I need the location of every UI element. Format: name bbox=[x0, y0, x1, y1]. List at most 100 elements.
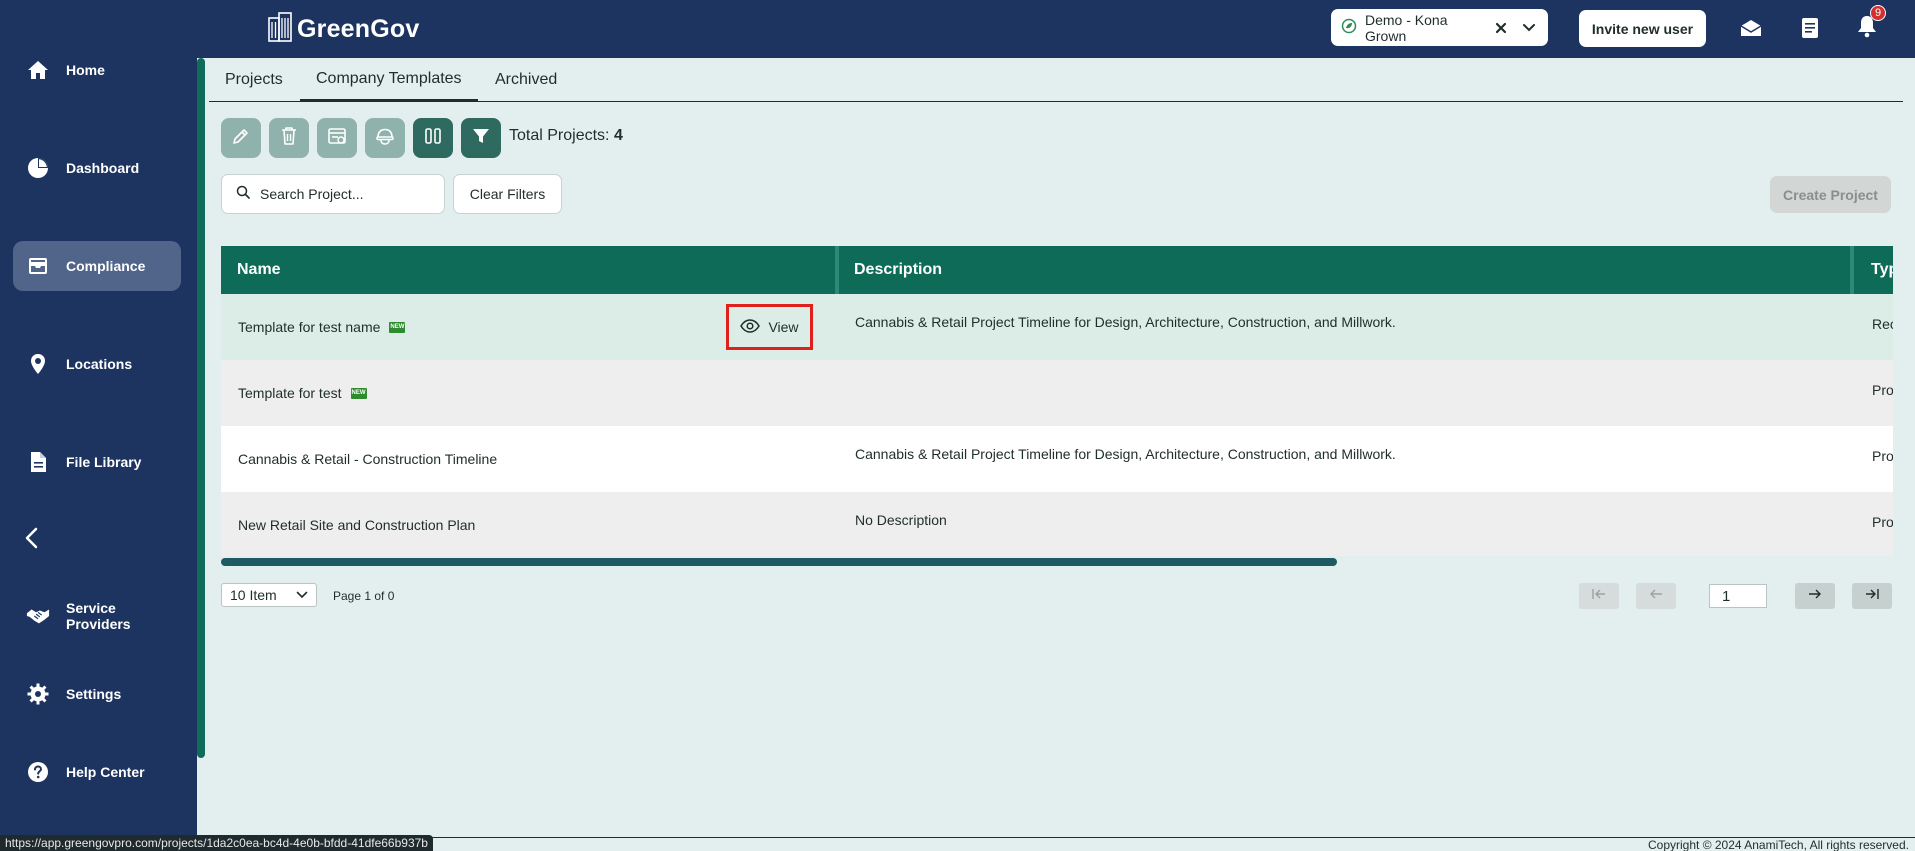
clear-filters-button[interactable]: Clear Filters bbox=[453, 174, 562, 214]
help-icon bbox=[26, 760, 50, 784]
table-row[interactable]: Template for test name NEW View Cannabis… bbox=[221, 294, 1893, 360]
sidebar-item-service-providers[interactable]: Service Providers bbox=[13, 591, 181, 641]
items-per-page-select[interactable]: 10 Item bbox=[221, 583, 317, 607]
location-pin-icon bbox=[26, 352, 50, 376]
items-per-page-value: 10 Item bbox=[230, 587, 277, 603]
tab-bar: Projects Company Templates Archived bbox=[209, 58, 1903, 102]
invite-new-user-button[interactable]: Invite new user bbox=[1579, 10, 1706, 47]
table-row[interactable]: New Retail Site and Construction Plan No… bbox=[221, 492, 1893, 556]
tab-company-templates[interactable]: Company Templates bbox=[300, 58, 478, 102]
delete-button[interactable] bbox=[269, 118, 309, 158]
create-project-button[interactable]: Create Project bbox=[1770, 176, 1891, 213]
sidebar-item-file-library[interactable]: File Library bbox=[13, 437, 181, 487]
row-name: Cannabis & Retail - Construction Timelin… bbox=[238, 451, 498, 467]
row-type: Pro bbox=[1872, 514, 1893, 530]
organization-name: Demo - Kona Grown bbox=[1365, 11, 1448, 44]
notification-count-badge: 9 bbox=[1870, 5, 1886, 21]
organization-select[interactable]: Demo - Kona Grown bbox=[1331, 9, 1548, 46]
column-resize-handle[interactable] bbox=[1850, 246, 1854, 294]
filter-button[interactable] bbox=[461, 118, 501, 158]
row-name: Template for test bbox=[238, 385, 342, 401]
total-projects: Total Projects: 4 bbox=[509, 127, 623, 145]
first-page-button[interactable] bbox=[1579, 583, 1619, 609]
sidebar-item-home[interactable]: Home bbox=[13, 45, 181, 95]
table-header: Name Description Typ bbox=[221, 246, 1893, 294]
collapse-sidebar-button[interactable] bbox=[22, 525, 46, 555]
previous-page-button[interactable] bbox=[1636, 583, 1676, 609]
search-box bbox=[221, 174, 445, 214]
chevron-down-icon bbox=[296, 591, 308, 599]
filter-icon bbox=[471, 126, 491, 151]
leaf-icon bbox=[1341, 18, 1357, 37]
column-resize-handle[interactable] bbox=[835, 246, 839, 294]
row-name: Template for test name bbox=[238, 319, 381, 335]
column-header-name[interactable]: Name bbox=[237, 246, 281, 294]
page-number-input[interactable] bbox=[1709, 584, 1767, 608]
sidebar-item-locations[interactable]: Locations bbox=[13, 339, 181, 389]
gear-icon bbox=[26, 682, 50, 706]
total-projects-value: 4 bbox=[613, 127, 623, 144]
hard-hat-icon bbox=[375, 126, 395, 151]
sidebar-item-label: Help Center bbox=[66, 764, 145, 780]
next-page-button[interactable] bbox=[1795, 583, 1835, 609]
eye-icon bbox=[740, 318, 761, 336]
chevron-left-icon bbox=[22, 526, 42, 555]
row-type: Pro bbox=[1872, 448, 1893, 464]
sidebar-item-settings[interactable]: Settings bbox=[13, 669, 181, 719]
pencil-icon bbox=[231, 126, 251, 151]
archive-button[interactable] bbox=[317, 118, 357, 158]
assign-contractor-button[interactable] bbox=[365, 118, 405, 158]
sidebar: Home Dashboard Compliance Locations File… bbox=[0, 0, 197, 851]
total-projects-label: Total Projects: bbox=[509, 127, 610, 144]
top-header: GreenGov Demo - Kona Grown Invite new us… bbox=[197, 0, 1915, 58]
arrow-right-icon bbox=[1807, 587, 1823, 606]
app-name: GreenGov bbox=[297, 15, 420, 43]
app-logo[interactable]: GreenGov bbox=[267, 12, 419, 47]
trash-icon bbox=[280, 126, 298, 151]
new-badge: NEW bbox=[389, 321, 406, 333]
sidebar-item-label: Settings bbox=[66, 686, 122, 702]
clear-organization-icon[interactable] bbox=[1492, 22, 1510, 34]
pie-chart-icon bbox=[26, 156, 50, 180]
last-page-button[interactable] bbox=[1852, 583, 1892, 609]
first-page-icon bbox=[1591, 587, 1607, 606]
column-header-type[interactable]: Typ bbox=[1871, 246, 1893, 294]
arrow-left-icon bbox=[1648, 587, 1664, 606]
row-description: Cannabis & Retail Project Timeline for D… bbox=[855, 446, 1396, 462]
chevron-down-icon[interactable] bbox=[1520, 23, 1538, 33]
row-name-cell: Template for test name NEW bbox=[238, 294, 406, 360]
column-header-description[interactable]: Description bbox=[854, 246, 942, 294]
document-icon[interactable] bbox=[1797, 15, 1823, 41]
row-name: New Retail Site and Construction Plan bbox=[238, 517, 476, 533]
view-button[interactable]: View bbox=[726, 304, 813, 350]
browser-status-url: https://app.greengovpro.com/projects/1da… bbox=[0, 835, 433, 851]
table-row[interactable]: Cannabis & Retail - Construction Timelin… bbox=[221, 426, 1893, 492]
edit-button[interactable] bbox=[221, 118, 261, 158]
sidebar-item-compliance[interactable]: Compliance bbox=[13, 241, 181, 291]
sidebar-scrollbar[interactable] bbox=[197, 58, 205, 758]
inbox-icon bbox=[26, 254, 50, 278]
sidebar-item-label: Compliance bbox=[66, 258, 146, 274]
row-name-cell: Cannabis & Retail - Construction Timelin… bbox=[238, 426, 497, 492]
notifications-button[interactable]: 9 bbox=[1854, 5, 1886, 41]
tab-projects[interactable]: Projects bbox=[225, 58, 283, 102]
archive-icon bbox=[327, 126, 347, 151]
sidebar-item-label: Home bbox=[66, 62, 105, 78]
tab-archived[interactable]: Archived bbox=[495, 58, 557, 102]
sidebar-item-label: Service Providers bbox=[66, 600, 131, 632]
sidebar-item-label: File Library bbox=[66, 454, 142, 470]
search-input[interactable] bbox=[260, 186, 430, 202]
templates-table: Name Description Typ Template for test n… bbox=[221, 246, 1893, 556]
table-row[interactable]: Template for test NEW Pro bbox=[221, 360, 1893, 426]
row-name-cell: New Retail Site and Construction Plan bbox=[238, 492, 475, 556]
table-horizontal-scrollbar[interactable] bbox=[221, 558, 1337, 566]
sidebar-item-dashboard[interactable]: Dashboard bbox=[13, 143, 181, 193]
building-icon bbox=[267, 12, 293, 47]
columns-toggle-button[interactable] bbox=[413, 118, 453, 158]
home-icon bbox=[26, 58, 50, 82]
copyright-text: Copyright © 2024 AnamiTech, All rights r… bbox=[1648, 838, 1909, 851]
sidebar-item-help-center[interactable]: Help Center bbox=[13, 747, 181, 797]
row-description: Cannabis & Retail Project Timeline for D… bbox=[855, 314, 1396, 330]
row-description: No Description bbox=[855, 512, 947, 528]
mail-icon[interactable] bbox=[1738, 15, 1764, 41]
